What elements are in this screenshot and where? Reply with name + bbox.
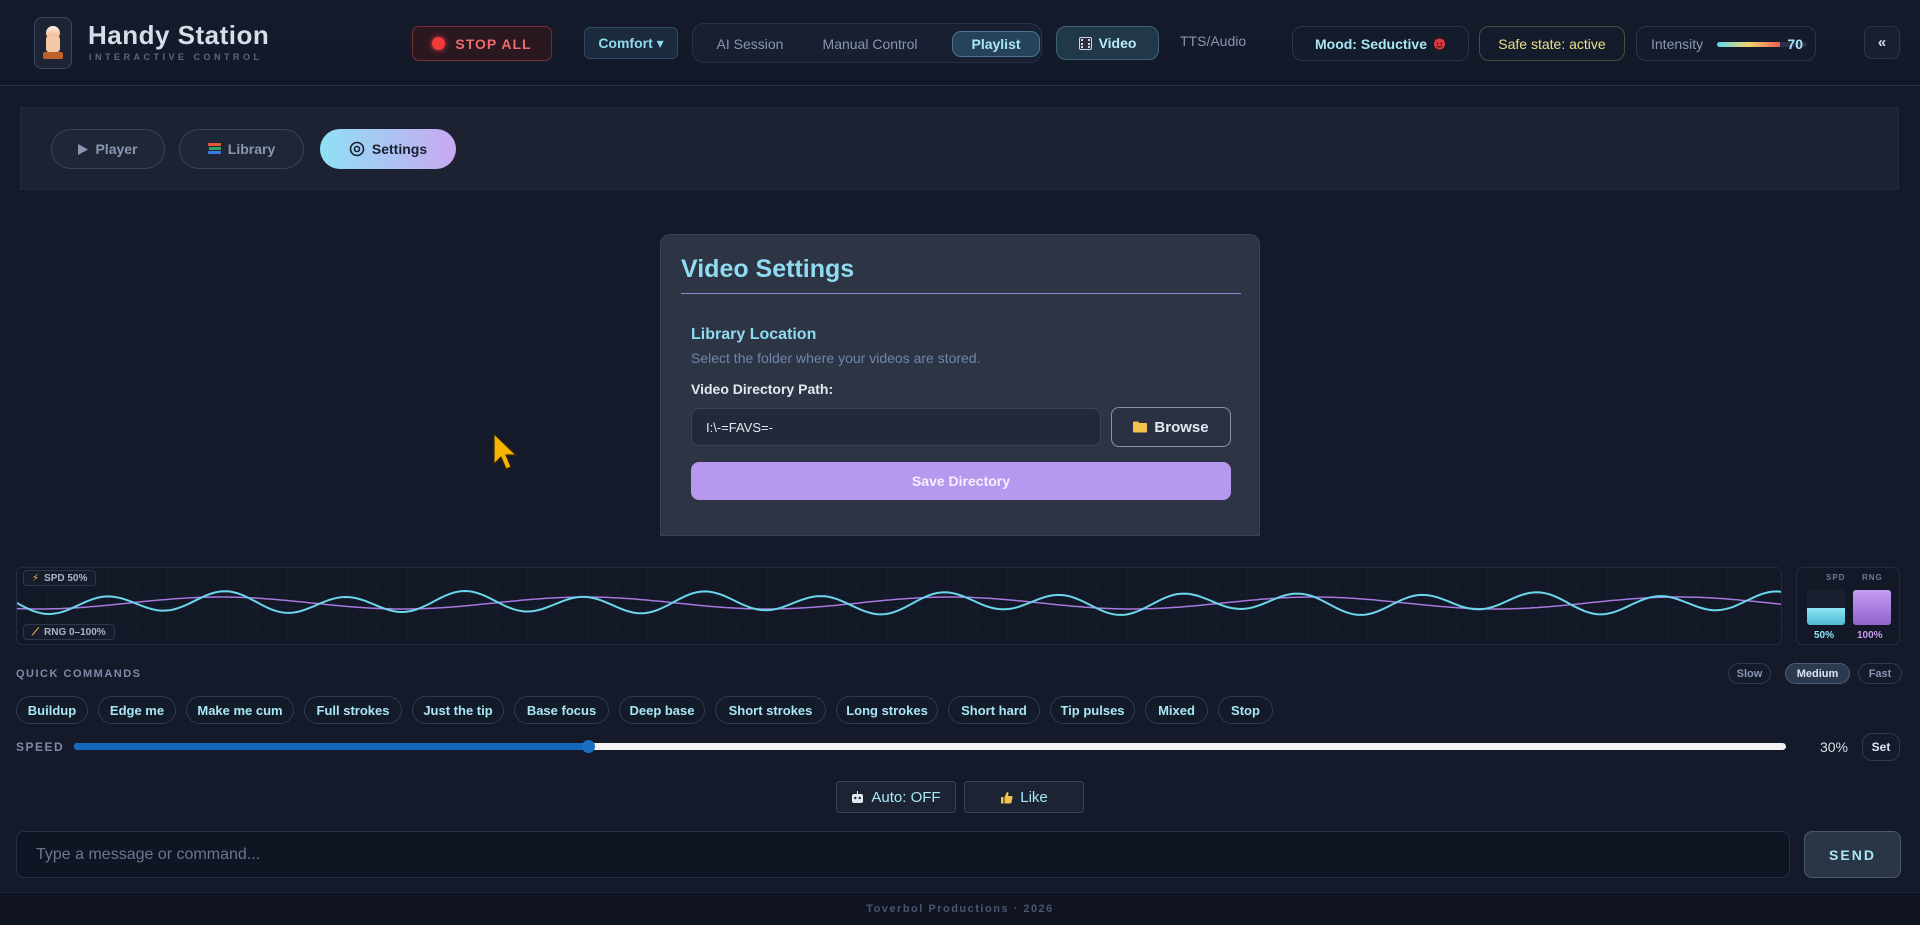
speed-value: 30%: [1819, 739, 1848, 755]
top-bar: Handy Station INTERACTIVE CONTROL STOP A…: [0, 0, 1920, 86]
spd-meter-label: SPD: [1826, 573, 1846, 582]
app-subtitle: INTERACTIVE CONTROL: [89, 52, 263, 62]
stop-all-button[interactable]: STOP ALL: [412, 26, 552, 61]
intensity-label: Intensity: [1651, 35, 1704, 52]
section-description: Select the folder where your videos are …: [691, 350, 981, 366]
waveform-panel: ⚡ SPD 50% ⟋ RNG 0–100%: [16, 567, 1782, 645]
app-logo: [34, 17, 72, 69]
browse-label: Browse: [1154, 418, 1209, 436]
save-directory-button[interactable]: Save Directory: [691, 462, 1231, 500]
tts-audio-button[interactable]: TTS/Audio: [1180, 33, 1246, 49]
quick-commands-title: QUICK COMMANDS: [16, 668, 142, 680]
directory-path-input[interactable]: [691, 408, 1101, 446]
collapse-button[interactable]: «: [1864, 26, 1900, 59]
like-label: Like: [1020, 788, 1048, 806]
range-tag: ⟋ RNG 0–100%: [23, 624, 115, 640]
auto-label: Auto: OFF: [871, 788, 941, 806]
speed-tag-label: SPD 50%: [44, 572, 88, 584]
cmd-buildup[interactable]: Buildup: [16, 696, 88, 724]
rng-meter: [1853, 590, 1891, 625]
cmd-base-focus[interactable]: Base focus: [514, 696, 609, 724]
speed-range-meters: SPD RNG 50% 100%: [1796, 567, 1900, 645]
title-divider: [681, 293, 1241, 294]
mouse-cursor-icon: [493, 433, 517, 470]
devil-icon: [1434, 38, 1445, 50]
subtab-library-label: Library: [227, 141, 276, 157]
spd-meter-value: 50%: [1814, 630, 1835, 641]
spd-meter: [1807, 590, 1845, 625]
subtab-settings-label: Settings: [371, 141, 428, 157]
speed-preset-fast[interactable]: Fast: [1858, 663, 1902, 684]
browse-button[interactable]: Browse: [1111, 407, 1231, 447]
thumbs-up-icon: [1001, 791, 1013, 803]
tab-playlist[interactable]: Playlist: [952, 31, 1040, 57]
section-title: Library Location: [691, 326, 817, 343]
speed-preset-medium[interactable]: Medium: [1785, 663, 1850, 684]
spd-meter-fill: [1807, 607, 1845, 625]
video-subnav: Player Library Settings: [20, 107, 1899, 190]
ruler-icon: ⟋: [32, 626, 39, 638]
speed-tag: ⚡ SPD 50%: [23, 570, 97, 586]
robot-icon: [852, 790, 864, 803]
speed-preset-slow[interactable]: Slow: [1728, 663, 1771, 684]
folder-icon: [1133, 421, 1148, 433]
profile-dropdown[interactable]: Comfort ▾: [584, 27, 678, 59]
intensity-value: 70: [1787, 36, 1803, 52]
card-title: Video Settings: [681, 255, 855, 283]
video-label: Video: [1098, 35, 1137, 51]
like-button[interactable]: Like: [964, 781, 1084, 813]
tab-manual-control[interactable]: Manual Control: [815, 31, 925, 57]
subtab-library[interactable]: Library: [179, 129, 304, 169]
video-settings-card: Video Settings Library Location Select t…: [660, 234, 1260, 536]
gear-icon: [349, 141, 365, 157]
speed-slider-fill: [74, 743, 588, 750]
intensity-fill: [1717, 42, 1780, 47]
stop-dot-icon: [432, 37, 446, 50]
play-icon: [78, 143, 89, 155]
rng-meter-label: RNG: [1862, 573, 1883, 582]
intensity-meter: Intensity 70: [1636, 26, 1816, 61]
speed-label: SPEED: [16, 740, 65, 754]
footer-text: Toverbol Productions · 2026: [866, 903, 1054, 915]
speed-slider-thumb[interactable]: [581, 740, 595, 753]
app-title: Handy Station: [88, 20, 270, 50]
stop-all-label: STOP ALL: [455, 35, 532, 52]
cmd-tip-pulses[interactable]: Tip pulses: [1050, 696, 1135, 724]
subtab-settings[interactable]: Settings: [320, 129, 456, 169]
tab-ai-session[interactable]: AI Session: [705, 31, 795, 57]
safe-state-badge: Safe state: active: [1479, 26, 1625, 61]
cmd-full-strokes[interactable]: Full strokes: [304, 696, 402, 724]
mood-label: Mood: Seductive: [1314, 35, 1427, 52]
cmd-long-strokes[interactable]: Long strokes: [836, 696, 938, 724]
waveform-graph: [17, 568, 1781, 644]
path-label: Video Directory Path:: [691, 381, 834, 397]
lightning-icon: ⚡: [32, 572, 40, 584]
books-icon: [207, 143, 221, 154]
set-speed-button[interactable]: Set: [1862, 733, 1900, 761]
auto-toggle-button[interactable]: Auto: OFF: [836, 781, 956, 813]
mood-badge[interactable]: Mood: Seductive: [1292, 26, 1469, 61]
range-tag-label: RNG 0–100%: [44, 626, 106, 638]
message-input[interactable]: [16, 831, 1790, 878]
video-button[interactable]: Video: [1056, 26, 1159, 60]
mode-tabs: AI Session Manual Control Playlist: [692, 23, 1042, 63]
film-icon: [1078, 36, 1092, 50]
logo-icon: [43, 26, 63, 59]
subtab-player[interactable]: Player: [51, 129, 165, 169]
send-button[interactable]: SEND: [1804, 831, 1901, 878]
rng-meter-value: 100%: [1857, 630, 1883, 641]
rng-meter-fill: [1853, 590, 1891, 625]
cmd-mixed[interactable]: Mixed: [1145, 696, 1208, 724]
cmd-just-the-tip[interactable]: Just the tip: [412, 696, 504, 724]
cmd-make-me-cum[interactable]: Make me cum: [186, 696, 294, 724]
cmd-deep-base[interactable]: Deep base: [619, 696, 705, 724]
cmd-edge-me[interactable]: Edge me: [98, 696, 176, 724]
footer: Toverbol Productions · 2026: [0, 892, 1920, 925]
speed-slider[interactable]: [74, 743, 1786, 750]
cmd-short-strokes[interactable]: Short strokes: [715, 696, 826, 724]
subtab-player-label: Player: [95, 141, 138, 157]
cmd-stop[interactable]: Stop: [1218, 696, 1273, 724]
cmd-short-hard[interactable]: Short hard: [948, 696, 1040, 724]
